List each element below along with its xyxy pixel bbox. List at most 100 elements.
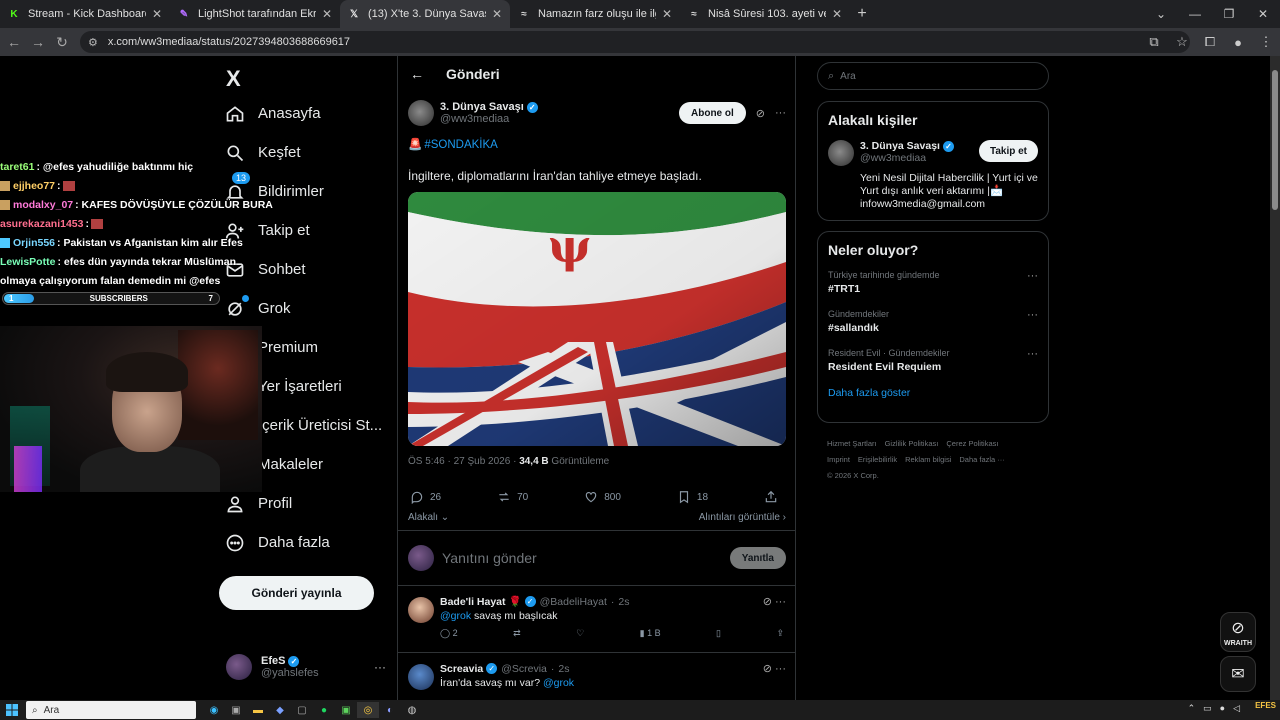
avatar[interactable]: [408, 664, 434, 690]
network-icon[interactable]: ▭: [1203, 703, 1212, 714]
author-handle[interactable]: @ww3mediaa: [440, 113, 538, 125]
reply-author-name[interactable]: Bade'li Hayat: [440, 596, 506, 608]
new-tab-button[interactable]: +: [850, 5, 874, 23]
messages-button[interactable]: ✉: [1220, 656, 1256, 692]
discord-icon[interactable]: ◐: [379, 702, 401, 718]
nav-item-grok[interactable]: Grok: [222, 289, 382, 328]
footer-link[interactable]: Imprint: [827, 455, 850, 464]
footer-link[interactable]: Daha fazla ···: [959, 455, 1004, 464]
reply-button[interactable]: Yanıtla: [729, 547, 786, 569]
more-options-icon[interactable]: ···: [374, 660, 386, 674]
tab-nisa[interactable]: ≈ Nisâ Sûresi 103. ayeti ve tefsiri ✕: [680, 0, 850, 28]
post-button[interactable]: Gönderi yayınla: [219, 576, 374, 610]
more-options-icon[interactable]: ···: [1027, 270, 1038, 282]
follow-button[interactable]: Takip et: [978, 140, 1038, 162]
avatar[interactable]: [408, 597, 434, 623]
url-input[interactable]: ⚙ x.com/ww3mediaa/status/202739480368866…: [80, 31, 1190, 53]
reply-repost-icon[interactable]: ⇄: [513, 628, 521, 639]
hashtag-link[interactable]: #SONDAKİKA: [424, 139, 498, 151]
trend-item[interactable]: Gündemdekiler #sallandık ···: [828, 309, 1038, 334]
related-dropdown[interactable]: Alakalı ⌄: [408, 512, 449, 523]
reply-views-action[interactable]: ▮ 1 B: [640, 628, 661, 639]
store-icon[interactable]: ▣: [225, 702, 247, 718]
tab-namaz[interactable]: ≈ Namazın farz oluşu ile ilgili ayet ✕: [510, 0, 680, 28]
grok-wraith-button[interactable]: ⊘ WRAITH: [1220, 612, 1256, 652]
show-more-link[interactable]: Daha fazla göster: [828, 387, 1038, 399]
author-name[interactable]: 3. Dünya Savaşı: [440, 101, 524, 113]
reply-reply-action[interactable]: ◯ 2: [440, 628, 458, 639]
microphone-icon[interactable]: ●: [1220, 703, 1225, 714]
windows-start-icon[interactable]: [6, 704, 18, 716]
more-options-icon[interactable]: ···: [775, 107, 786, 119]
page-scrollbar[interactable]: [1270, 56, 1280, 700]
trend-item[interactable]: Resident Evil · Gündemdekiler Resident E…: [828, 348, 1038, 373]
person-name[interactable]: 3. Dünya Savaşı: [860, 140, 940, 152]
tab-search-icon[interactable]: ⌄: [1144, 0, 1178, 28]
spotify-icon[interactable]: ●: [313, 702, 335, 718]
back-arrow-icon[interactable]: ←: [410, 66, 446, 82]
repost-action[interactable]: 70: [497, 490, 528, 504]
restore-icon[interactable]: ❐: [1212, 0, 1246, 28]
obs-icon[interactable]: ◍: [401, 702, 423, 718]
site-info-icon[interactable]: ⚙: [88, 36, 98, 49]
menu-icon[interactable]: ⋮: [1252, 34, 1280, 50]
like-action[interactable]: 800: [584, 490, 621, 504]
nav-item-more[interactable]: Daha fazla: [222, 523, 382, 562]
trend-item[interactable]: Türkiye tarihinde gündemde #TRT1 ···: [828, 270, 1038, 295]
taskbar-clock[interactable]: EFES: [1255, 701, 1276, 710]
tab-lightshot[interactable]: ✎ LightShot tarafından Ekran Gör ✕: [170, 0, 340, 28]
search-input[interactable]: ⌕ Ara: [817, 62, 1049, 90]
account-switcher[interactable]: EfeS ✓ @yahslefes ···: [226, 654, 386, 680]
window-close-icon[interactable]: ✕: [1246, 0, 1280, 28]
footer-link[interactable]: Gizlilik Politikası: [885, 439, 939, 448]
close-icon[interactable]: ✕: [152, 7, 162, 21]
more-options-icon[interactable]: ···: [775, 663, 786, 675]
cast-icon[interactable]: ⧉: [1140, 34, 1168, 50]
app-icon[interactable]: ▢: [291, 702, 313, 718]
edge-icon[interactable]: ◉: [203, 702, 225, 718]
related-person[interactable]: 3. Dünya Savaşı ✓ @ww3mediaa Takip et: [828, 140, 1038, 166]
back-icon[interactable]: ←: [2, 34, 26, 50]
close-icon[interactable]: ✕: [662, 7, 672, 21]
reply-item[interactable]: Bade'li Hayat 🌹 ✓ @BadeliHayat · 2s ⊘ ··…: [398, 587, 796, 653]
reply-action[interactable]: 26: [410, 490, 441, 504]
tab-x-post[interactable]: 𝕏 (13) X'te 3. Dünya Savaşı: " ✕: [340, 0, 510, 28]
post-image[interactable]: ψ: [408, 192, 786, 446]
mention-link[interactable]: @grok: [543, 677, 574, 689]
grok-icon[interactable]: ⊘: [763, 663, 772, 675]
reply-share-icon[interactable]: ⇪: [776, 628, 784, 639]
more-options-icon[interactable]: ···: [775, 596, 786, 608]
grok-icon[interactable]: ⊘: [756, 107, 765, 120]
grok-icon[interactable]: ⊘: [763, 596, 772, 608]
close-icon[interactable]: ✕: [832, 7, 842, 21]
volume-icon[interactable]: ◁: [1233, 703, 1240, 714]
explorer-icon[interactable]: ▬: [247, 702, 269, 718]
avatar[interactable]: [408, 100, 434, 126]
reply-input[interactable]: Yanıtını gönder: [442, 550, 537, 566]
app-icon[interactable]: ◆: [269, 702, 291, 718]
forward-icon[interactable]: →: [26, 34, 50, 50]
tab-kick-dashboard[interactable]: K Stream - Kick Dashboard ✕: [0, 0, 170, 28]
reload-icon[interactable]: ↻: [50, 34, 74, 51]
x-logo[interactable]: X: [226, 66, 241, 92]
scrollbar-thumb[interactable]: [1272, 70, 1278, 210]
chrome-icon[interactable]: ◎: [357, 702, 379, 718]
nav-item-home[interactable]: Anasayfa: [222, 94, 382, 133]
taskbar-search-input[interactable]: ⌕ Ara: [26, 701, 196, 719]
avatar[interactable]: [828, 140, 854, 166]
view-quotes-link[interactable]: Alıntıları görüntüle ›: [699, 512, 786, 523]
bookmark-action[interactable]: 18: [677, 490, 708, 504]
share-action[interactable]: [764, 490, 784, 504]
close-icon[interactable]: ✕: [492, 7, 502, 21]
post-timestamp[interactable]: ÖS 5:46 · 27 Şub 2026 ·: [408, 456, 519, 467]
chevron-up-icon[interactable]: ⌃: [1188, 703, 1196, 714]
more-options-icon[interactable]: ···: [1027, 348, 1038, 360]
star-icon[interactable]: ☆: [1168, 34, 1196, 50]
reply-heart-icon[interactable]: ♡: [576, 628, 584, 639]
more-options-icon[interactable]: ···: [1027, 309, 1038, 321]
profile-icon[interactable]: ●: [1224, 35, 1252, 50]
footer-link[interactable]: Çerez Politikası: [946, 439, 998, 448]
footer-link[interactable]: Erişilebilirlik: [858, 455, 897, 464]
mention-link[interactable]: @grok: [440, 610, 471, 622]
footer-link[interactable]: Reklam bilgisi: [905, 455, 951, 464]
